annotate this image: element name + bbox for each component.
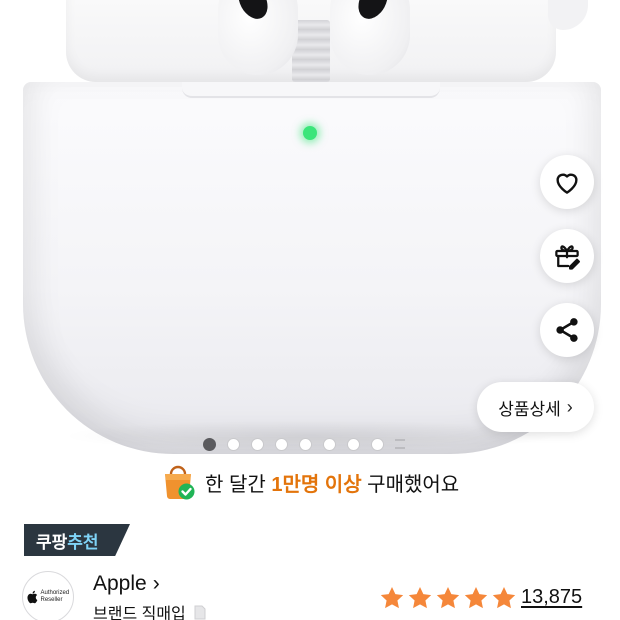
- carousel-dot[interactable]: [203, 437, 216, 451]
- reseller-logo-text: Authorized Reseller: [40, 590, 70, 603]
- coupang-recommend-badge: 쿠팡 추천: [24, 524, 130, 556]
- purchase-suffix: 구매했어요: [361, 473, 460, 496]
- carousel-dot[interactable]: [227, 437, 240, 451]
- case-rim: [182, 82, 440, 98]
- gift-button[interactable]: [540, 229, 594, 283]
- purchase-count-banner: 한 달간 1만명 이상 구매했어요: [160, 462, 459, 502]
- share-icon: [556, 318, 578, 342]
- shopping-bag-icon: [160, 463, 196, 501]
- like-button[interactable]: [540, 155, 594, 209]
- status-led: [303, 126, 317, 140]
- star-icon: [436, 586, 460, 609]
- authorized-reseller-logo[interactable]: Authorized Reseller: [22, 571, 74, 620]
- case-lid-edge: [548, 0, 588, 30]
- brand-subtitle-row: 브랜드 직매입: [93, 600, 206, 620]
- chevron-right-icon: ›: [152, 572, 160, 595]
- carousel-dot[interactable]: [323, 437, 336, 451]
- carousel-dot[interactable]: [299, 437, 312, 451]
- badge-text-recommend: 추천: [67, 532, 99, 552]
- star-icon: [380, 586, 404, 609]
- carousel-dot[interactable]: [371, 437, 384, 451]
- product-details-button[interactable]: 상품상세 ›: [477, 382, 594, 432]
- gift-icon: [555, 245, 580, 270]
- purchase-prefix: 한 달간: [205, 473, 272, 496]
- rating-stars: [379, 585, 517, 611]
- carousel-indicator: [203, 437, 405, 451]
- purchase-count-text: 한 달간 1만명 이상 구매했어요: [205, 468, 459, 497]
- carousel-more-icon: [395, 439, 405, 449]
- carousel-dot[interactable]: [347, 437, 360, 451]
- star-icon: [408, 586, 432, 609]
- badge-text-coupang: 쿠팡: [36, 532, 68, 552]
- share-button[interactable]: [540, 303, 594, 357]
- chevron-right-icon: ›: [566, 396, 573, 417]
- purchase-highlight: 1만명 이상: [271, 473, 362, 496]
- carousel-dot[interactable]: [275, 437, 288, 451]
- carousel-dot[interactable]: [251, 437, 264, 451]
- review-count-link[interactable]: 13,875: [521, 586, 582, 609]
- product-details-label: 상품상세: [498, 399, 561, 419]
- star-icon: [492, 586, 516, 609]
- star-icon: [464, 586, 488, 609]
- brand-name: Apple: [93, 572, 147, 595]
- heart-icon: [556, 173, 578, 194]
- document-icon[interactable]: [194, 605, 206, 620]
- apple-logo-icon: [26, 590, 37, 604]
- brand-link[interactable]: Apple ›: [93, 572, 160, 596]
- brand-direct-purchase-label: 브랜드 직매입: [93, 606, 186, 620]
